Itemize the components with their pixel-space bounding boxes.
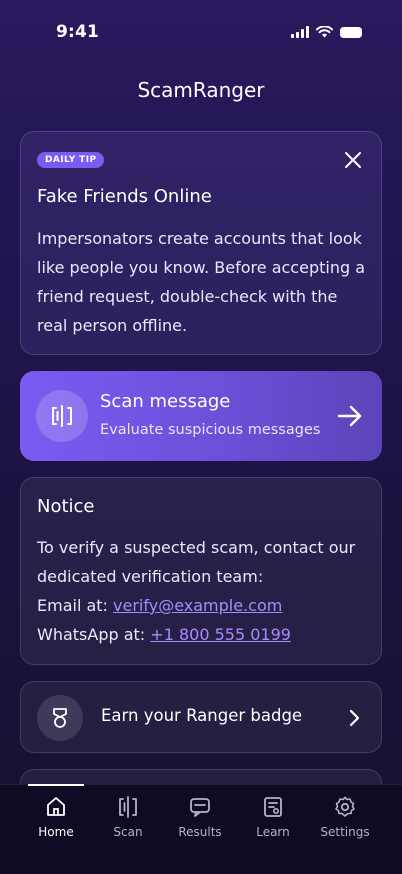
badge-icon-circle <box>37 695 83 741</box>
medal-icon <box>53 708 67 728</box>
daily-tip-badge: DAILY TIP <box>37 152 105 168</box>
ranger-badge-button[interactable]: Earn your Ranger badge <box>20 681 382 753</box>
tab-home[interactable]: Home <box>21 784 91 851</box>
scan-icon-circle <box>36 390 88 442</box>
cellular-signal-icon <box>291 26 309 38</box>
battery-icon <box>340 26 362 38</box>
arrow-right-icon <box>337 405 362 427</box>
close-icon[interactable] <box>343 150 363 170</box>
status-time: 9:41 <box>56 22 100 42</box>
whatsapp-link[interactable]: +1 800 555 0199 <box>150 625 291 644</box>
active-tab-indicator <box>28 784 84 786</box>
scan-message-title: Scan message <box>100 391 231 412</box>
app-title: ScamRanger <box>137 78 265 102</box>
scan-message-subtitle: Evaluate suspicious messages <box>100 422 321 438</box>
tab-settings[interactable]: Settings <box>310 785 380 851</box>
tab-scan[interactable]: Scan <box>93 785 163 851</box>
daily-tip-body: Impersonators create accounts that look … <box>37 229 366 335</box>
notice-text: To verify a suspected scam, contact our … <box>37 538 356 586</box>
scan-icon <box>119 796 137 818</box>
tab-results[interactable]: Results <box>165 785 235 851</box>
daily-tip-title: Fake Friends Online <box>37 186 212 207</box>
tab-bar: Home Scan Results Learn Settings <box>0 784 402 874</box>
chevron-right-icon <box>349 709 360 727</box>
home-icon <box>47 797 65 816</box>
email-link[interactable]: verify@example.com <box>113 596 282 615</box>
status-bar: 9:41 <box>0 0 402 64</box>
learn-icon <box>264 797 282 817</box>
scan-message-button[interactable]: Scan message Evaluate suspicious message… <box>20 371 382 461</box>
tab-home-label: Home <box>38 825 74 839</box>
status-icons <box>291 26 362 38</box>
tab-results-label: Results <box>178 825 222 839</box>
tab-learn-label: Learn <box>256 825 290 839</box>
results-icon <box>190 798 210 817</box>
wifi-icon <box>316 26 333 38</box>
scan-icon <box>52 405 72 427</box>
tab-scan-label: Scan <box>113 825 143 839</box>
gear-icon <box>335 796 355 817</box>
tab-learn[interactable]: Learn <box>238 785 308 851</box>
notice-body: To verify a suspected scam, contact our … <box>37 533 372 649</box>
email-label: Email at: <box>37 596 114 615</box>
whatsapp-label: WhatsApp at: <box>37 625 151 644</box>
ranger-badge-label: Earn your Ranger badge <box>101 706 303 725</box>
tab-settings-label: Settings <box>320 825 370 839</box>
daily-tip-card: DAILY TIP Fake Friends Online Impersonat… <box>20 131 382 355</box>
notice-card: Notice To verify a suspected scam, conta… <box>20 477 382 665</box>
notice-title: Notice <box>37 496 95 517</box>
